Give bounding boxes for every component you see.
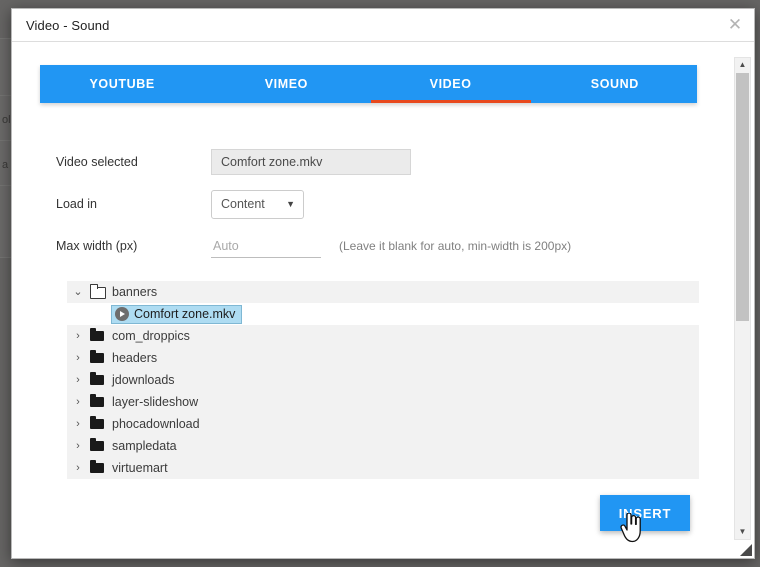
- folder-closed-icon: [89, 457, 107, 479]
- modal-titlebar: Video - Sound ✕: [12, 9, 754, 42]
- chevron-right-icon[interactable]: ›: [67, 457, 89, 479]
- tree-row-file[interactable]: Comfort zone.mkv: [67, 303, 699, 325]
- vertical-scrollbar[interactable]: ▲ ▼: [734, 57, 751, 540]
- tab-label: SOUND: [591, 77, 639, 91]
- tree-row-folder[interactable]: › virtuemart: [67, 457, 699, 479]
- tab-bar: YOUTUBE VIMEO VIDEO SOUND: [40, 65, 697, 103]
- tree-item-label: Comfort zone.mkv: [134, 307, 235, 321]
- insert-button[interactable]: INSERT: [600, 495, 690, 531]
- tab-underline: [535, 100, 695, 103]
- load-in-row: Load in Content ▼: [56, 191, 304, 217]
- tree-item-label: layer-slideshow: [107, 395, 198, 409]
- tree-row-folder[interactable]: › jdownloads: [67, 369, 699, 391]
- tree-item-label: jdownloads: [107, 373, 175, 387]
- tab-youtube[interactable]: YOUTUBE: [40, 65, 204, 103]
- scroll-up-arrow-icon[interactable]: ▲: [735, 58, 750, 72]
- tree-item-label: phocadownload: [107, 417, 200, 431]
- tab-underline: [206, 100, 366, 103]
- tree-row-folder[interactable]: › layer-slideshow: [67, 391, 699, 413]
- tree-row-folder[interactable]: ⌄ banners: [67, 281, 699, 303]
- folder-closed-icon: [89, 413, 107, 435]
- folder-closed-icon: [89, 347, 107, 369]
- chevron-right-icon[interactable]: ›: [67, 391, 89, 413]
- video-selected-row: Video selected: [56, 149, 411, 175]
- video-sound-modal: Video - Sound ✕ YOUTUBE VIMEO VIDEO SOUN…: [11, 8, 755, 559]
- chevron-right-icon[interactable]: ›: [67, 435, 89, 457]
- folder-closed-icon: [89, 325, 107, 347]
- tree-item-label: headers: [107, 351, 157, 365]
- tab-underline: [42, 100, 202, 103]
- tree-item-label: com_droppics: [107, 329, 190, 343]
- tab-label: VIDEO: [430, 77, 472, 91]
- file-tree: ⌄ banners Comfort zone.mkv › com_droppic…: [67, 281, 699, 479]
- folder-closed-icon: [89, 369, 107, 391]
- load-in-label: Load in: [56, 197, 211, 211]
- load-in-select[interactable]: Content ▼: [211, 190, 304, 219]
- max-width-label: Max width (px): [56, 239, 211, 253]
- tab-video[interactable]: VIDEO: [369, 65, 533, 103]
- tree-item-label: virtuemart: [107, 461, 168, 475]
- modal-body: YOUTUBE VIMEO VIDEO SOUND Video selected: [12, 43, 754, 558]
- tab-label: VIMEO: [265, 77, 308, 91]
- tree-item-label: banners: [107, 285, 157, 299]
- max-width-input[interactable]: [211, 234, 321, 258]
- video-selected-input[interactable]: [211, 149, 411, 175]
- play-icon: [115, 307, 129, 321]
- selected-file-chip[interactable]: Comfort zone.mkv: [111, 305, 242, 324]
- chevron-right-icon[interactable]: ›: [67, 325, 89, 347]
- tree-row-folder[interactable]: › headers: [67, 347, 699, 369]
- load-in-value: Content: [212, 197, 265, 211]
- tree-row-folder[interactable]: › sampledata: [67, 435, 699, 457]
- close-icon[interactable]: ✕: [725, 15, 745, 35]
- scrollbar-thumb[interactable]: [736, 73, 749, 321]
- chevron-right-icon[interactable]: ›: [67, 369, 89, 391]
- video-selected-label: Video selected: [56, 155, 211, 169]
- resize-grip-icon[interactable]: [740, 544, 752, 556]
- folder-open-icon: [89, 281, 107, 303]
- max-width-hint: (Leave it blank for auto, min-width is 2…: [339, 239, 571, 253]
- chevron-down-icon[interactable]: ⌄: [67, 281, 89, 303]
- chevron-right-icon[interactable]: ›: [67, 413, 89, 435]
- tab-underline-active: [371, 100, 531, 103]
- scroll-down-arrow-icon[interactable]: ▼: [735, 525, 750, 539]
- tab-label: YOUTUBE: [89, 77, 154, 91]
- folder-closed-icon: [89, 435, 107, 457]
- tree-row-folder[interactable]: › phocadownload: [67, 413, 699, 435]
- tab-vimeo[interactable]: VIMEO: [204, 65, 368, 103]
- tree-row-folder[interactable]: › com_droppics: [67, 325, 699, 347]
- folder-closed-icon: [89, 391, 107, 413]
- max-width-row: Max width (px) (Leave it blank for auto,…: [56, 233, 571, 259]
- page-title: Video - Sound: [26, 18, 109, 33]
- chevron-down-icon: ▼: [286, 199, 295, 209]
- chevron-right-icon[interactable]: ›: [67, 347, 89, 369]
- tab-sound[interactable]: SOUND: [533, 65, 697, 103]
- tree-item-label: sampledata: [107, 439, 177, 453]
